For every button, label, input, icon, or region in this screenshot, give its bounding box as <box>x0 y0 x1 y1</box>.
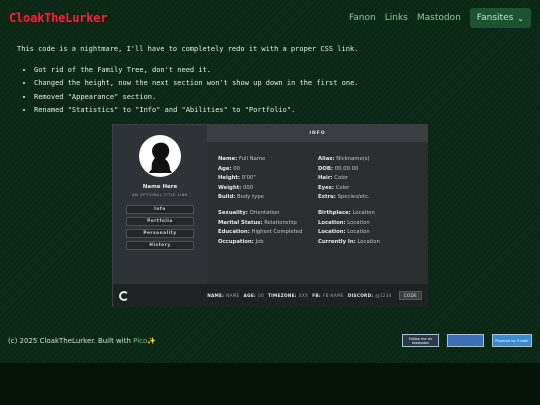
list-item: Renamed "Statistics" to "Info" and "Abil… <box>34 106 527 114</box>
nav-link-links[interactable]: Links <box>385 13 408 23</box>
badge-row: Follow me on mastodon Powered by Tumblr <box>402 334 532 347</box>
profile-sidebar: Name Here AN OPTIONAL TITLE LINK Info Po… <box>113 125 207 284</box>
site-header: CloakTheLurker Fanon Links Mastodon Fans… <box>0 0 540 36</box>
nav-link-fanon[interactable]: Fanon <box>349 13 376 23</box>
info-row: Height: 0'00" <box>218 175 256 182</box>
changelog-list: Got rid of the Family Tree, don't need i… <box>17 66 527 114</box>
info-row: Location: Location <box>318 229 370 236</box>
page-bottom <box>0 363 540 405</box>
info-row: Alias: Nickname(s) <box>318 156 370 162</box>
info-row: Name: Full Name <box>218 156 266 162</box>
info-row: Eyes: Color <box>318 184 350 191</box>
site-logo[interactable]: CloakTheLurker <box>9 11 108 25</box>
copyright-text: (c) 2025 CloakTheLurker. Built with Pico… <box>8 336 156 345</box>
fansites-dropdown-label: Fansites <box>476 13 514 23</box>
character-name: Name Here <box>142 184 178 190</box>
silhouette-icon <box>140 136 180 176</box>
main-nav: Fanon Links Mastodon Fansites ⌄ <box>349 8 531 28</box>
info-panel: Name: Full Name Age: 00 Height: 0'00" We… <box>207 142 428 284</box>
info-row: Education: Highest Completed <box>218 229 303 236</box>
site-footer: (c) 2025 CloakTheLurker. Built with Pico… <box>0 318 540 363</box>
list-item: Changed the height, now the next section… <box>34 79 527 87</box>
info-row: Extra: Species/etc. <box>318 194 370 201</box>
list-item: Got rid of the Family Tree, don't need i… <box>34 66 527 74</box>
tumblr-badge[interactable]: Powered by Tumblr <box>492 334 532 347</box>
character-title-link[interactable]: AN OPTIONAL TITLE LINK <box>113 193 207 197</box>
site-badge[interactable] <box>447 334 484 347</box>
info-column-left: Name: Full Name Age: 00 Height: 0'00" We… <box>218 155 302 247</box>
info-row: Sexuality: Orientation <box>218 209 280 216</box>
info-row: Build: Body type <box>218 194 264 201</box>
code-button[interactable]: CODE <box>398 291 422 300</box>
profile-menu: Info Portfolio Personality History <box>126 205 194 253</box>
info-column-right: Alias: Nickname(s) DOB: 00.00.00 Hair: C… <box>318 155 380 247</box>
info-row: Weight: 000 <box>218 184 254 191</box>
info-row: Occupation: Job <box>218 238 264 245</box>
menu-button-personality[interactable]: Personality <box>126 229 194 238</box>
sparkles-icon: ✨ <box>147 336 156 345</box>
info-row: Currently In: Location <box>318 238 380 245</box>
card-footer: NAME: NAME AGE: 00 TIMEZONE: XXX FB: FB NAME… <box>113 284 428 307</box>
character-profile-card: Name Here AN OPTIONAL TITLE LINK Info Po… <box>112 124 428 307</box>
intro-lead: This code is a nightmare, I'll have to c… <box>17 45 359 53</box>
credit-icon[interactable] <box>119 290 129 301</box>
info-row: Birthplace: Location <box>318 209 375 216</box>
info-row: Age: 00 <box>218 165 241 172</box>
menu-button-history[interactable]: History <box>126 241 194 250</box>
info-row: DOB: 00.00.00 <box>318 165 359 172</box>
mastodon-badge[interactable]: Follow me on mastodon <box>402 334 439 347</box>
info-row: Location: Location <box>318 219 370 226</box>
fansites-dropdown[interactable]: Fansites ⌄ <box>469 8 531 28</box>
section-title: INFO <box>207 125 428 142</box>
nav-link-mastodon[interactable]: Mastodon <box>417 13 461 23</box>
info-row: Marital Status: Relationship <box>218 219 297 226</box>
avatar <box>139 135 181 177</box>
pico-link[interactable]: Pico <box>133 337 147 345</box>
chevron-down-icon: ⌄ <box>517 13 524 23</box>
intro-section: This code is a nightmare, I'll have to c… <box>17 45 527 119</box>
menu-button-portfolio[interactable]: Portfolio <box>126 217 194 226</box>
contact-info: NAME: NAME AGE: 00 TIMEZONE: XXX FB: FB NAME… <box>205 291 422 300</box>
menu-button-info[interactable]: Info <box>126 205 194 214</box>
info-row: Hair: Color <box>318 175 349 182</box>
list-item: Removed "Appearance" section. <box>34 93 527 101</box>
